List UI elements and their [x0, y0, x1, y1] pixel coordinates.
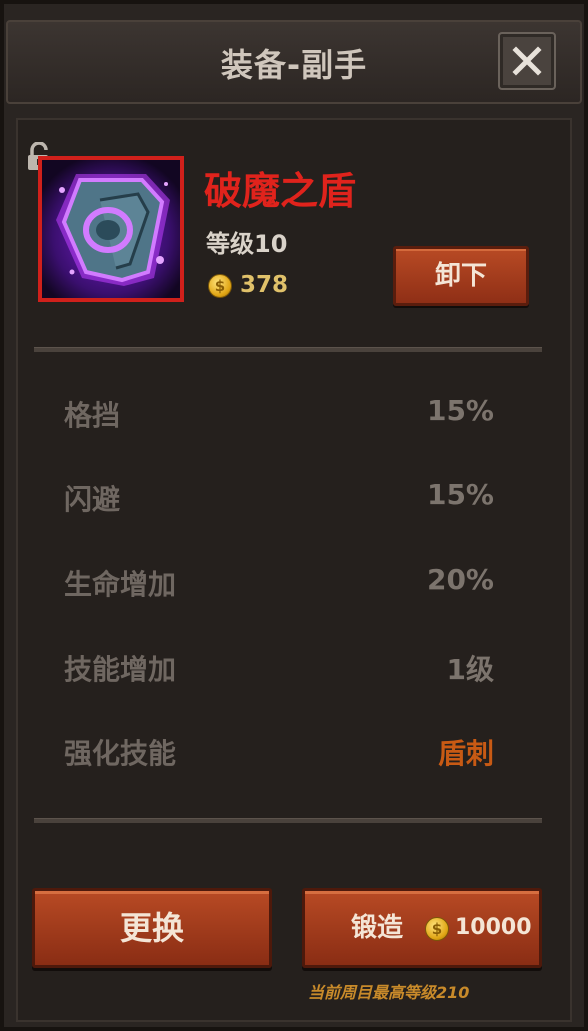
forge-label: 锻造 — [351, 913, 404, 943]
equipment-dialog: 装备-副手 破魔之盾 等级10 $ 378 卸下 格挡 15% 闪避 15% 生… — [0, 0, 588, 1031]
swap-button[interactable]: 更换 — [32, 888, 272, 968]
stat-value-hp: 20% — [426, 563, 494, 596]
forge-cost: 10000 — [455, 915, 532, 940]
stat-label-dodge: 闪避 — [64, 483, 121, 516]
stat-label-skill-level: 技能增加 — [64, 653, 177, 686]
stat-label-hp: 生命增加 — [64, 568, 177, 601]
stat-value-skill-level: 1级 — [446, 653, 494, 686]
coin-icon: $ — [425, 917, 449, 941]
close-icon — [512, 46, 542, 76]
divider — [34, 818, 542, 823]
stat-value-block: 15% — [426, 394, 494, 427]
stat-value-dodge: 15% — [426, 478, 494, 511]
item-gold-value: 378 — [240, 272, 289, 298]
divider — [34, 347, 542, 352]
shield-icon — [42, 160, 180, 298]
item-name: 破魔之盾 — [204, 169, 357, 213]
max-level-note: 当前周目最高等级210 — [308, 983, 470, 1002]
forge-button[interactable]: 锻造 $ 10000 — [302, 888, 542, 968]
item-icon-frame[interactable] — [38, 156, 184, 302]
item-level: 等级10 — [206, 230, 288, 258]
stat-label-block: 格挡 — [64, 399, 121, 432]
stat-label-enhanced-skill: 强化技能 — [64, 737, 177, 770]
unequip-button[interactable]: 卸下 — [393, 246, 529, 306]
coin-icon: $ — [208, 274, 232, 298]
stat-value-enhanced-skill[interactable]: 盾刺 — [438, 732, 494, 772]
close-button[interactable] — [498, 32, 556, 90]
